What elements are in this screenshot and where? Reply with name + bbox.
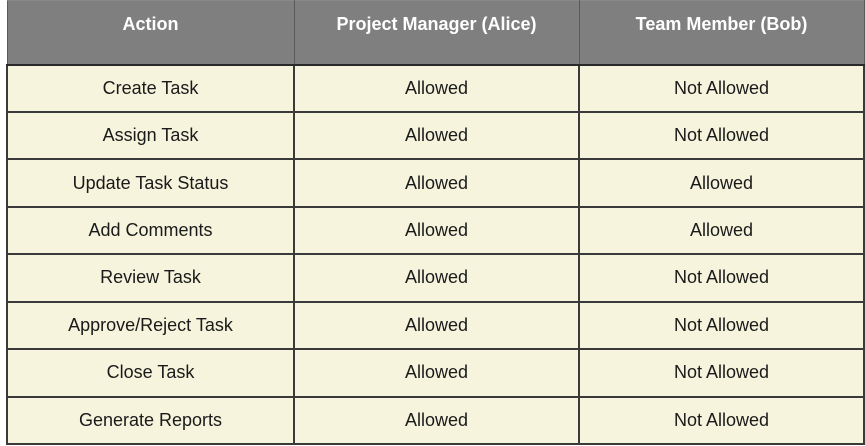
header-action: Action [6,0,295,66]
cell-action: Assign Task [6,111,295,161]
cell-team-member: Not Allowed [578,111,865,161]
cell-team-member: Allowed [578,159,865,208]
table-row: Add Comments Allowed Allowed [6,206,865,256]
table-body: Create Task Allowed Not Allowed Assign T… [6,63,865,446]
cell-project-manager: Allowed [293,111,580,161]
cell-action: Review Task [6,254,295,303]
table-row: Approve/Reject Task Allowed Not Allowed [6,301,865,351]
cell-action: Close Task [6,349,295,398]
cell-team-member: Not Allowed [578,349,865,398]
table-row: Generate Reports Allowed Not Allowed [6,396,865,446]
cell-project-manager: Allowed [293,349,580,398]
header-team-member: Team Member (Bob) [578,0,865,66]
cell-project-manager: Allowed [293,63,580,113]
table-row: Assign Task Allowed Not Allowed [6,111,865,161]
cell-action: Generate Reports [6,396,295,446]
cell-team-member: Not Allowed [578,301,865,351]
table-row: Close Task Allowed Not Allowed [6,349,865,398]
cell-team-member: Not Allowed [578,396,865,446]
table-row: Create Task Allowed Not Allowed [6,63,865,113]
cell-team-member: Not Allowed [578,254,865,303]
table-row: Update Task Status Allowed Allowed [6,159,865,208]
cell-project-manager: Allowed [293,206,580,256]
cell-action: Approve/Reject Task [6,301,295,351]
permissions-table: Action Project Manager (Alice) Team Memb… [6,0,865,446]
cell-team-member: Allowed [578,206,865,256]
cell-project-manager: Allowed [293,301,580,351]
cell-team-member: Not Allowed [578,63,865,113]
table-header: Action Project Manager (Alice) Team Memb… [6,0,865,66]
cell-project-manager: Allowed [293,159,580,208]
cell-action: Add Comments [6,206,295,256]
header-project-manager: Project Manager (Alice) [293,0,580,66]
permissions-table-container: Action Project Manager (Alice) Team Memb… [0,0,865,446]
cell-project-manager: Allowed [293,396,580,446]
cell-action: Update Task Status [6,159,295,208]
header-row: Action Project Manager (Alice) Team Memb… [6,0,865,66]
cell-action: Create Task [6,63,295,113]
cell-project-manager: Allowed [293,254,580,303]
table-row: Review Task Allowed Not Allowed [6,254,865,303]
